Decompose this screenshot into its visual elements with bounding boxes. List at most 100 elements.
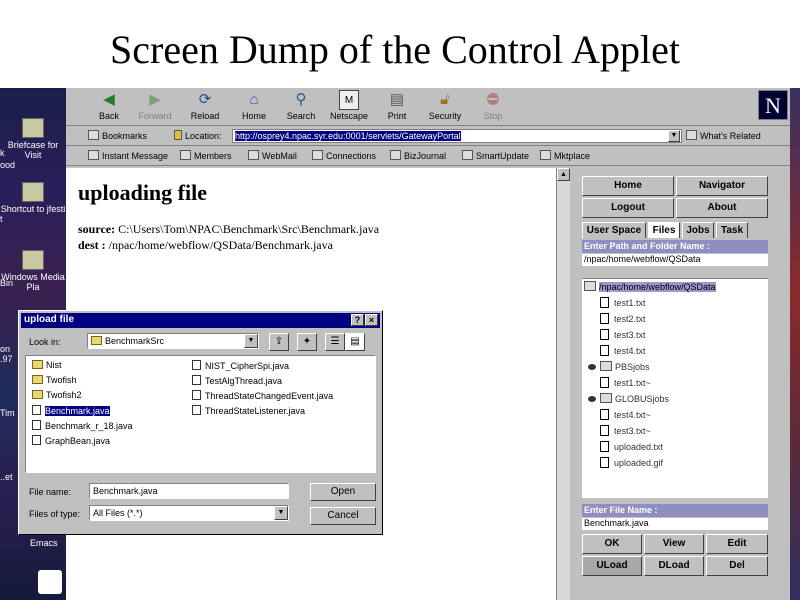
back-arrow-icon: ◀ — [103, 91, 115, 108]
chevron-down-icon[interactable]: ▼ — [244, 334, 258, 348]
media-player-icon — [22, 250, 44, 270]
tree-file[interactable]: test1.txt — [600, 297, 646, 308]
padlock-icon: 🔓︎ — [440, 91, 450, 108]
tab-task[interactable]: Task — [716, 222, 748, 238]
dialog-file-item[interactable]: ThreadStateChangedEvent.java — [192, 390, 333, 401]
personal-members[interactable]: Members — [180, 150, 232, 161]
tree-file[interactable]: test3.txt~ — [600, 425, 651, 436]
forward-arrow-icon: ▶ — [149, 91, 161, 108]
bookmark-icon — [540, 150, 551, 160]
ok-button[interactable]: OK — [582, 534, 642, 554]
forward-button[interactable]: ▶ Forward — [132, 90, 178, 121]
list-view-icon: ☰ — [330, 336, 340, 347]
java-file-icon — [32, 435, 41, 445]
dest-line: dest : /npac/home/webflow/QSData/Benchma… — [78, 238, 333, 252]
tab-user-space[interactable]: User Space — [582, 222, 646, 238]
bookmark-icon — [88, 150, 99, 160]
personal-webmail[interactable]: WebMail — [248, 150, 297, 161]
tab-jobs[interactable]: Jobs — [682, 222, 714, 238]
uload-button[interactable]: ULoad — [582, 556, 642, 576]
dialog-file-item[interactable]: NIST_CipherSpi.java — [192, 360, 289, 371]
dialog-file-item[interactable]: Benchmark_r_18.java — [32, 420, 133, 431]
control-applet: Home Navigator Logout About User Space F… — [578, 168, 790, 600]
dialog-folder-item[interactable]: Twofish — [32, 375, 77, 385]
desktop-label-t: t — [0, 214, 3, 224]
dialog-file-item[interactable]: TestAlgThread.java — [192, 375, 282, 386]
tree-file[interactable]: test2.txt — [600, 313, 646, 324]
navigator-button[interactable]: Navigator — [676, 176, 768, 196]
dialog-file-item[interactable]: GraphBean.java — [32, 435, 110, 446]
emacs-icon[interactable] — [38, 570, 62, 594]
file-type-label: Files of type: — [29, 509, 81, 519]
expand-handle-icon[interactable] — [588, 396, 596, 402]
file-name-input[interactable]: Benchmark.java — [582, 518, 768, 530]
tree-file[interactable]: uploaded.gif — [600, 457, 663, 468]
personal-bizjournal[interactable]: BizJournal — [390, 150, 446, 161]
new-folder-button[interactable]: ✦ — [297, 333, 317, 351]
view-button[interactable]: View — [644, 534, 704, 554]
del-button[interactable]: Del — [706, 556, 768, 576]
dialog-file-name-input[interactable]: Benchmark.java — [89, 483, 289, 499]
tree-file[interactable]: test1.txt~ — [600, 377, 651, 388]
cancel-button[interactable]: Cancel — [310, 507, 376, 525]
dialog-folder-item[interactable]: Twofish2 — [32, 390, 82, 400]
look-in-select[interactable]: BenchmarkSrc ▼ — [87, 333, 259, 349]
help-button[interactable]: ? — [351, 314, 364, 326]
security-button[interactable]: 🔓︎ Security — [422, 90, 468, 121]
back-button[interactable]: ◀ Back — [86, 90, 132, 121]
personal-instant-message[interactable]: Instant Message — [88, 150, 168, 161]
tab-files[interactable]: Files — [648, 222, 680, 238]
source-line: source: C:\Users\Tom\NPAC\Benchmark\Src\… — [78, 222, 380, 236]
expand-handle-icon[interactable] — [588, 364, 596, 370]
page-scrollbar[interactable]: ▲ — [556, 168, 570, 600]
home-button[interactable]: ⌂ Home — [231, 90, 277, 121]
dialog-folder-item[interactable]: Nist — [32, 360, 62, 370]
details-view-button[interactable]: ▤ — [345, 333, 365, 351]
desktop-right-edge — [790, 88, 800, 600]
desktop-label-on: on — [0, 344, 11, 354]
dialog-file-item[interactable]: Benchmark.java — [32, 405, 110, 416]
file-icon — [600, 313, 609, 324]
tree-folder[interactable]: GLOBUSjobs — [588, 393, 669, 404]
edit-button[interactable]: Edit — [706, 534, 768, 554]
search-button[interactable]: ⚲ Search — [278, 90, 324, 121]
folder-icon — [584, 281, 596, 291]
open-button[interactable]: Open — [310, 483, 376, 501]
dload-button[interactable]: DLoad — [644, 556, 704, 576]
home-icon: ⌂ — [249, 91, 259, 108]
file-icon — [600, 441, 609, 452]
file-icon — [600, 345, 609, 356]
personal-smartupdate[interactable]: SmartUpdate — [462, 150, 529, 161]
stop-button[interactable]: ⛔︎ Stop — [470, 90, 516, 121]
path-input[interactable]: /npac/home/webflow/QSData — [582, 254, 768, 266]
tree-file[interactable]: test4.txt~ — [600, 409, 651, 420]
tree-file[interactable]: test3.txt — [600, 329, 646, 340]
reload-button[interactable]: ⟳ Reload — [182, 90, 228, 121]
tree-file[interactable]: test4.txt — [600, 345, 646, 356]
personal-toolbar: Instant Message Members WebMail Connecti… — [66, 147, 790, 166]
file-type-select[interactable]: All Files (*.*) ▼ — [89, 505, 289, 521]
logout-button[interactable]: Logout — [582, 198, 674, 218]
about-button[interactable]: About — [676, 198, 768, 218]
close-button[interactable]: × — [365, 314, 378, 326]
list-view-button[interactable]: ☰ — [325, 333, 345, 351]
home-applet-button[interactable]: Home — [582, 176, 674, 196]
briefcase-icon — [22, 118, 44, 138]
whats-related-button[interactable]: What's Related — [686, 130, 761, 141]
chevron-down-icon[interactable]: ▼ — [274, 506, 288, 520]
up-one-level-button[interactable]: ⇪ — [269, 333, 289, 351]
url-dropdown-button[interactable]: ▼ — [668, 130, 680, 142]
tree-folder[interactable]: PBSjobs — [588, 361, 650, 372]
bookmark-icon — [462, 150, 473, 160]
personal-connections[interactable]: Connections — [312, 150, 376, 161]
tree-file[interactable]: uploaded.txt — [600, 441, 663, 452]
tree-root-folder[interactable]: /npac/home/webflow/QSData — [584, 281, 716, 292]
netscape-button[interactable]: M Netscape — [326, 90, 372, 121]
url-input[interactable]: http://osprey4.npac.syr.edu:0001/servlet… — [232, 129, 682, 143]
print-button[interactable]: ▤ Print — [374, 90, 420, 121]
personal-mktplace[interactable]: Mktplace — [540, 150, 590, 161]
dialog-file-item[interactable]: ThreadStateListener.java — [192, 405, 305, 416]
scroll-up-arrow-icon[interactable]: ▲ — [557, 168, 570, 181]
desktop-icon-shortcut[interactable]: Shortcut to jfesti — [0, 182, 66, 214]
bookmarks-button[interactable]: Bookmarks — [88, 130, 147, 141]
